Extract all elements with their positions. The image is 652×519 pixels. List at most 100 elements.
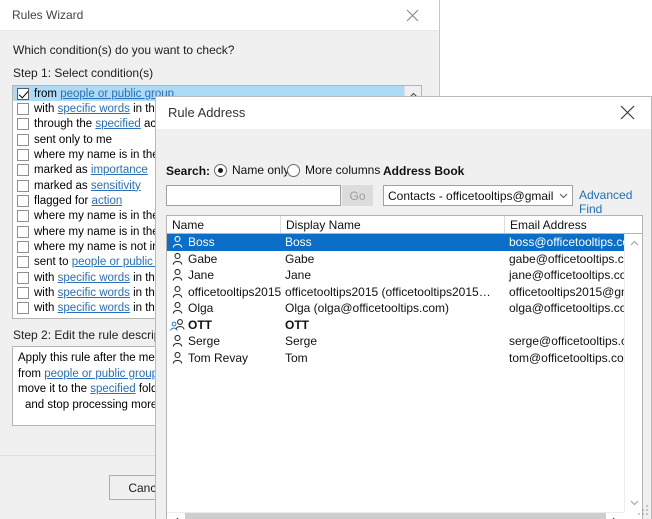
- contact-row[interactable]: Gabe Gabe gabe@officetooltips.com: [167, 251, 624, 268]
- address-book-select[interactable]: Contacts - officetooltips@gmail.com: [383, 185, 573, 206]
- condition-checkbox[interactable]: [17, 133, 29, 146]
- contact-row[interactable]: Serge Serge serge@officetooltips.com: [167, 333, 624, 350]
- contacts-table-body: Boss Boss boss@officetooltips.com Gabe Gabe g…: [166, 234, 643, 519]
- contact-name: Gabe: [188, 251, 218, 266]
- condition-checkbox[interactable]: [17, 164, 29, 177]
- condition-checkbox[interactable]: [17, 149, 29, 162]
- wizard-step1-label: Step 1: Select condition(s): [13, 66, 154, 80]
- condition-link[interactable]: specific words: [58, 318, 130, 319]
- condition-link[interactable]: people or public gr: [72, 256, 167, 268]
- close-icon[interactable]: [605, 97, 649, 128]
- condition-link[interactable]: specific words: [58, 287, 130, 299]
- rules-wizard-titlebar: Rules Wizard: [0, 0, 439, 31]
- contact-display-name: officetooltips2015 (officetooltips2015…: [285, 284, 491, 299]
- condition-link[interactable]: sensitivity: [91, 180, 141, 192]
- contacts-vertical-scrollbar[interactable]: [624, 234, 642, 512]
- contact-display-name: Jane: [285, 268, 312, 283]
- description-link[interactable]: specified: [90, 383, 135, 395]
- contacts-horizontal-scrollbar[interactable]: [167, 512, 624, 519]
- contact-row[interactable]: Boss Boss boss@officetooltips.com: [167, 234, 624, 251]
- advanced-find-link[interactable]: Advanced Find: [579, 188, 651, 216]
- contact-row[interactable]: OTT OTT: [167, 317, 624, 334]
- column-header-email-address[interactable]: Email Address: [505, 216, 642, 233]
- column-header-name[interactable]: Name: [167, 216, 281, 233]
- contact-email: olga@officetooltips.com: [509, 301, 624, 316]
- horizontal-scroll-thumb[interactable]: [185, 513, 606, 519]
- resize-grip[interactable]: [638, 505, 648, 515]
- contact-display-name: OTT: [285, 317, 309, 332]
- condition-link[interactable]: specific words: [58, 302, 130, 314]
- condition-link[interactable]: specified: [95, 118, 140, 130]
- radio-name-only-label: Name only: [232, 163, 290, 177]
- address-book-label: Address Book: [383, 164, 465, 178]
- description-link[interactable]: people or public group: [44, 368, 158, 380]
- condition-checkbox[interactable]: [17, 179, 29, 192]
- condition-label: through the specified acco: [34, 118, 168, 131]
- close-icon[interactable]: [391, 0, 433, 30]
- dialog-titlebar: Rule Address: [156, 97, 651, 129]
- scroll-up-icon[interactable]: [625, 234, 642, 252]
- rules-wizard-title: Rules Wizard: [12, 8, 84, 22]
- contact-email: jane@officetooltips.com: [509, 268, 624, 283]
- contact-email: boss@officetooltips.com: [509, 235, 624, 250]
- radio-indicator-name-only: [214, 163, 227, 177]
- condition-label: with specific words in the b: [34, 271, 171, 284]
- condition-checkbox[interactable]: [17, 317, 29, 318]
- condition-label: flagged for action: [34, 195, 123, 208]
- condition-label: with specific words in the s: [34, 287, 171, 300]
- condition-link[interactable]: importance: [91, 164, 148, 176]
- contact-name: Boss: [188, 235, 215, 250]
- condition-label: where my name is not in th: [34, 241, 172, 254]
- person-icon: [167, 285, 186, 298]
- go-button[interactable]: Go: [342, 185, 373, 206]
- condition-checkbox[interactable]: [17, 256, 29, 269]
- contact-row[interactable]: Olga Olga (olga@officetooltips.com) olga@o…: [167, 300, 624, 317]
- condition-checkbox[interactable]: [17, 241, 29, 254]
- radio-more-columns[interactable]: More columns: [287, 163, 380, 177]
- search-label: Search:: [166, 164, 211, 178]
- condition-label: sent only to me: [34, 133, 112, 146]
- condition-checkbox[interactable]: [17, 271, 29, 284]
- condition-link[interactable]: specific words: [58, 103, 130, 115]
- column-header-display-name[interactable]: Display Name: [281, 216, 505, 233]
- condition-checkbox[interactable]: [17, 87, 29, 100]
- condition-checkbox[interactable]: [17, 118, 29, 131]
- condition-checkbox[interactable]: [17, 103, 29, 116]
- condition-label: marked as importance: [34, 164, 148, 177]
- condition-checkbox[interactable]: [17, 195, 29, 208]
- chevron-down-icon: [554, 186, 572, 205]
- radio-name-only[interactable]: Name only: [214, 163, 289, 177]
- contact-display-name: Boss: [285, 235, 312, 250]
- condition-label: sent to people or public gr: [34, 256, 167, 269]
- condition-label: from people or public group: [34, 87, 175, 100]
- contact-email: gabe@officetooltips.com: [509, 251, 624, 266]
- condition-checkbox[interactable]: [17, 225, 29, 238]
- condition-label: marked as sensitivity: [34, 179, 141, 192]
- contacts-table-header: Name Display Name Email Address: [166, 215, 643, 234]
- condition-label: where my name is in the T: [34, 149, 169, 162]
- person-icon: [167, 236, 186, 248]
- condition-checkbox[interactable]: [17, 287, 29, 300]
- rule-address-dialog: Rule Address Search: Name only More colu…: [155, 96, 652, 519]
- contact-name: Serge: [188, 334, 221, 349]
- person-icon: [167, 269, 186, 281]
- condition-checkbox[interactable]: [17, 210, 29, 223]
- scroll-left-icon[interactable]: [167, 513, 185, 519]
- condition-label: where my name is in the C: [34, 210, 171, 223]
- dialog-body: Search: Name only More columns Go Addres…: [156, 129, 651, 519]
- contact-display-name: Tom: [285, 350, 308, 365]
- contact-name: officetooltips2015: [188, 284, 282, 299]
- condition-checkbox[interactable]: [17, 302, 29, 315]
- condition-link[interactable]: action: [92, 195, 123, 207]
- contact-row[interactable]: officetooltips2015 officetooltips2015 (of…: [167, 284, 624, 301]
- search-input[interactable]: [166, 185, 341, 206]
- contact-display-name: Olga (olga@officetooltips.com): [285, 301, 450, 316]
- contact-name: OTT: [188, 317, 212, 332]
- condition-link[interactable]: specific words: [58, 272, 130, 284]
- person-icon: [167, 302, 186, 314]
- contact-row[interactable]: Jane Jane jane@officetooltips.com: [167, 267, 624, 284]
- scroll-right-icon[interactable]: [606, 513, 624, 519]
- condition-label: where my name is in the T: [34, 225, 169, 238]
- contact-row[interactable]: Tom Revay Tom tom@officetooltips.com: [167, 350, 624, 367]
- person-icon: [167, 351, 186, 364]
